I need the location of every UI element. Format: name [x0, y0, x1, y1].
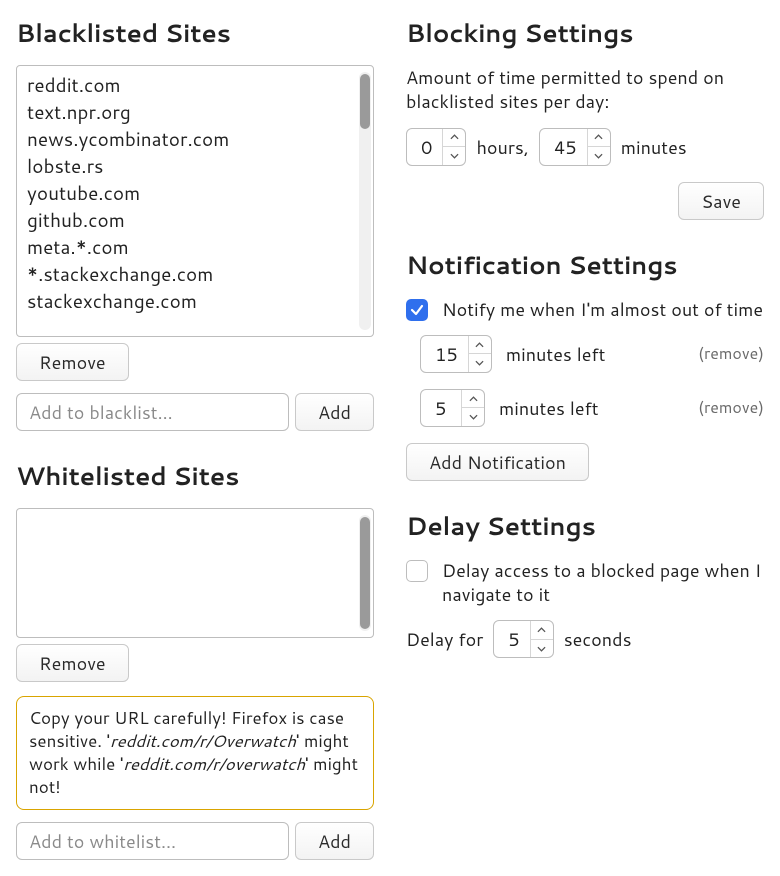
scrollbar-thumb[interactable] [360, 74, 370, 129]
list-item[interactable]: meta.*.com [25, 234, 353, 261]
notify-checkbox-label: Notify me when I'm almost out of time [442, 297, 763, 321]
list-item[interactable]: lobste.rs [25, 153, 353, 180]
scrollbar-track[interactable] [359, 515, 371, 631]
notification-row: 5 minutes left (remove) [420, 389, 764, 427]
hours-label: hours, [476, 134, 528, 160]
chevron-down-icon[interactable] [469, 353, 491, 372]
whitelist-heading: Whitelisted Sites [16, 459, 374, 494]
scrollbar-thumb[interactable] [360, 517, 370, 629]
notification-minutes-stepper[interactable]: 5 [420, 389, 485, 427]
notification-label: minutes left [499, 395, 684, 421]
delay-prefix: Delay for [406, 626, 483, 652]
remove-notification-link[interactable]: (remove) [698, 396, 764, 419]
scrollbar-track[interactable] [359, 72, 371, 330]
list-item[interactable]: github.com [25, 207, 353, 234]
list-item[interactable]: youtube.com [25, 180, 353, 207]
delay-suffix: seconds [564, 626, 632, 652]
chevron-up-icon[interactable] [588, 129, 610, 147]
whitelist-remove-button[interactable]: Remove [16, 644, 129, 682]
notifications-heading: Notification Settings [406, 248, 764, 283]
whitelist-add-button[interactable]: Add [295, 822, 374, 860]
chevron-down-icon[interactable] [588, 146, 610, 165]
chevron-down-icon[interactable] [462, 407, 484, 426]
blacklist-add-button[interactable]: Add [295, 393, 374, 431]
delay-checkbox[interactable] [406, 560, 428, 582]
blacklist-heading: Blacklisted Sites [16, 16, 374, 51]
delay-heading: Delay Settings [406, 509, 764, 544]
delay-checkbox-label: Delay access to a blocked page when I na… [442, 558, 764, 607]
chevron-up-icon[interactable] [443, 129, 465, 147]
whitelist-add-input[interactable]: Add to whitelist... [16, 822, 289, 860]
list-item[interactable]: stackexchange.com [25, 288, 353, 315]
chevron-up-icon[interactable] [531, 621, 553, 639]
notification-label: minutes left [506, 341, 684, 367]
list-item[interactable]: text.npr.org [25, 99, 353, 126]
blocking-heading: Blocking Settings [406, 16, 764, 51]
chevron-up-icon[interactable] [469, 336, 491, 354]
hours-value: 0 [407, 134, 442, 160]
minutes-label: minutes [621, 134, 687, 160]
remove-notification-link[interactable]: (remove) [698, 342, 764, 365]
chevron-down-icon[interactable] [531, 639, 553, 658]
delay-stepper[interactable]: 5 [493, 620, 553, 658]
notify-checkbox[interactable] [406, 299, 428, 321]
whitelist-warning: Copy your URL carefully! Firefox is case… [16, 696, 374, 810]
hours-stepper[interactable]: 0 [406, 128, 466, 166]
minutes-value: 45 [540, 134, 587, 160]
minutes-stepper[interactable]: 45 [539, 128, 611, 166]
blacklist-listbox[interactable]: reddit.comtext.npr.orgnews.ycombinator.c… [16, 65, 374, 337]
blacklist-add-input[interactable]: Add to blacklist... [16, 393, 289, 431]
notification-minutes-stepper[interactable]: 15 [420, 335, 492, 373]
chevron-down-icon[interactable] [443, 146, 465, 165]
blocking-desc: Amount of time permitted to spend on bla… [406, 65, 764, 114]
chevron-up-icon[interactable] [462, 390, 484, 408]
notification-minutes-value: 5 [421, 395, 461, 421]
save-button[interactable]: Save [678, 182, 764, 220]
blacklist-remove-button[interactable]: Remove [16, 343, 129, 381]
delay-value: 5 [494, 626, 529, 652]
list-item[interactable]: news.ycombinator.com [25, 126, 353, 153]
notification-row: 15 minutes left (remove) [420, 335, 764, 373]
list-item[interactable]: *.stackexchange.com [25, 261, 353, 288]
add-notification-button[interactable]: Add Notification [406, 443, 589, 481]
whitelist-listbox[interactable] [16, 508, 374, 638]
notification-minutes-value: 15 [421, 341, 468, 367]
list-item[interactable]: reddit.com [25, 72, 353, 99]
